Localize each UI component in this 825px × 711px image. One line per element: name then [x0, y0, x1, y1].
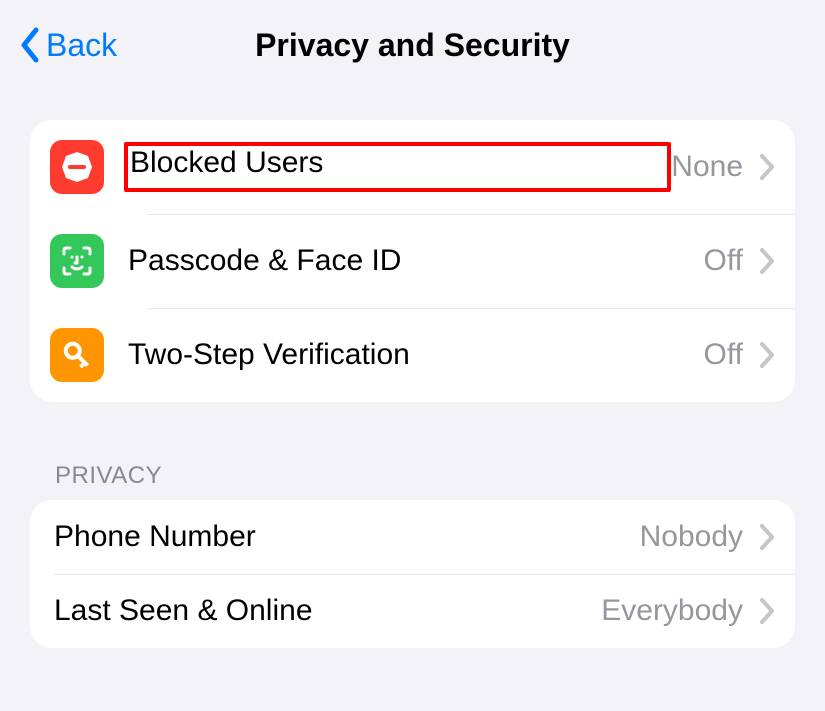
blocked-users-icon: [50, 140, 104, 194]
row-label: Two-Step Verification: [128, 338, 704, 372]
row-value: Off: [704, 338, 743, 372]
row-value: Nobody: [640, 520, 743, 554]
row-last-seen[interactable]: Last Seen & Online Everybody: [30, 574, 795, 648]
row-two-step[interactable]: Two-Step Verification Off: [30, 308, 795, 402]
chevron-right-icon: [759, 153, 775, 181]
chevron-left-icon: [18, 26, 40, 64]
security-group: Blocked Users None Passcode & Face ID Of…: [30, 120, 795, 402]
row-label: Last Seen & Online: [54, 594, 601, 628]
privacy-group: Phone Number Nobody Last Seen & Online E…: [30, 500, 795, 648]
page-title: Privacy and Security: [255, 27, 570, 64]
face-id-icon: [50, 234, 104, 288]
chevron-right-icon: [759, 523, 775, 551]
key-icon: [50, 328, 104, 382]
row-value: None: [671, 150, 743, 184]
chevron-right-icon: [759, 597, 775, 625]
nav-bar: Back Privacy and Security: [0, 0, 825, 90]
row-value: Off: [704, 244, 743, 278]
row-phone-number[interactable]: Phone Number Nobody: [30, 500, 795, 574]
back-label: Back: [46, 27, 117, 64]
row-passcode[interactable]: Passcode & Face ID Off: [30, 214, 795, 308]
chevron-right-icon: [759, 341, 775, 369]
back-button[interactable]: Back: [10, 26, 117, 64]
chevron-right-icon: [759, 247, 775, 275]
row-value: Everybody: [601, 594, 743, 628]
section-header-privacy: PRIVACY: [55, 462, 795, 490]
row-blocked-users[interactable]: Blocked Users None: [30, 120, 795, 214]
row-label: Passcode & Face ID: [128, 244, 704, 278]
row-label: Blocked Users: [124, 142, 671, 192]
row-label: Phone Number: [54, 520, 640, 554]
